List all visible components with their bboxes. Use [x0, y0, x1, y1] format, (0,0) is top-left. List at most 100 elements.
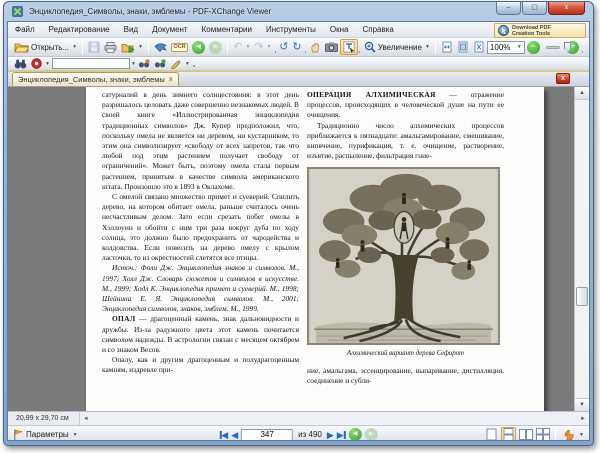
scroll-down-icon[interactable]: ▼	[575, 398, 589, 411]
redo-button[interactable]: ↷▼	[252, 39, 273, 55]
facing-layout-button[interactable]	[518, 427, 533, 441]
tab-close-icon[interactable]: x	[169, 76, 173, 83]
email-icon	[154, 42, 167, 52]
undo-button[interactable]: ↶▼	[231, 39, 252, 55]
paragraph: ние, амальгама, эссенцирование, выпарива…	[307, 366, 504, 386]
scroll-up-icon[interactable]: ▲	[575, 87, 589, 100]
select-tool-button[interactable]	[340, 39, 358, 55]
fit-width-icon	[457, 41, 469, 53]
email-button[interactable]	[152, 39, 169, 55]
minimize-button[interactable]: –	[496, 2, 521, 15]
hand-tool-button[interactable]	[307, 39, 323, 55]
scroll-left-icon[interactable]: ◄	[80, 416, 92, 422]
find-next-button[interactable]	[152, 58, 168, 70]
zoom-out-button[interactable]: −	[525, 39, 542, 55]
select-text-icon	[343, 41, 355, 53]
menu-file[interactable]: Файл	[8, 25, 42, 34]
continuous-layout-button[interactable]	[501, 427, 516, 441]
search-input[interactable]	[52, 58, 130, 69]
last-page-button[interactable]: ▶	[337, 429, 346, 441]
printer-icon	[104, 42, 117, 53]
zoom-tool-button[interactable]: Увеличение▼	[362, 39, 432, 55]
chevron-down-icon[interactable]: ▼	[73, 432, 78, 438]
pan-tool-button[interactable]	[561, 427, 576, 441]
find-button[interactable]	[12, 58, 29, 70]
size-bar: 20,99 x 29,70 см ◄ ►	[8, 411, 589, 425]
next-page-button[interactable]: ▶	[327, 429, 334, 441]
pen-tool-button[interactable]: ▼	[168, 58, 192, 70]
menu-tools[interactable]: Инструменты	[259, 25, 323, 34]
next-view-button[interactable]: ▶	[365, 428, 378, 441]
page-number-input[interactable]	[241, 429, 293, 441]
rotate-ccw-button[interactable]: ↺	[277, 39, 290, 55]
entry-paragraph: ОПАЛ — драгоценный камень, знак дальнови…	[102, 314, 299, 355]
export-button[interactable]: ▼	[119, 39, 145, 55]
window-title: Энциклопедия_Символы, знаки, эмблемы - P…	[29, 7, 271, 16]
vertical-scrollbar[interactable]: ▲ ▼	[574, 87, 589, 411]
menubar: Файл Редактирование Вид Документ Коммент…	[8, 22, 589, 38]
chevron-down-icon[interactable]: ▼	[138, 44, 143, 50]
menu-comments[interactable]: Комментарии	[195, 25, 259, 34]
entry-headword: ОПАЛ	[112, 314, 136, 323]
go-back-button[interactable]: ◀	[190, 39, 207, 55]
ocr-button[interactable]: OCR	[169, 39, 190, 55]
open-button[interactable]: Открыть...▼	[12, 39, 79, 55]
facing-continuous-layout-button[interactable]	[535, 427, 550, 441]
single-page-layout-button[interactable]	[484, 427, 499, 441]
previous-page-button[interactable]: ◀	[231, 429, 238, 441]
menu-view[interactable]: Вид	[117, 25, 145, 34]
stamp-tool-button[interactable]: ▼	[29, 58, 52, 70]
close-document-button[interactable]: x	[556, 73, 570, 84]
fit-visible-button[interactable]	[471, 39, 487, 55]
snapshot-tool-button[interactable]	[323, 39, 340, 55]
paragraph: Традиционно число алхимических процессов…	[307, 121, 504, 162]
find-previous-button[interactable]	[136, 58, 152, 70]
zoom-level-combo[interactable]: 100%▼	[487, 41, 525, 54]
menu-document[interactable]: Документ	[145, 25, 195, 34]
menu-windows[interactable]: Окна	[323, 25, 356, 34]
scroll-right-icon[interactable]: ►	[577, 416, 589, 422]
vertical-scroll-thumb[interactable]	[576, 287, 588, 306]
chevron-down-icon[interactable]: ▼	[579, 432, 584, 438]
first-page-button[interactable]: ◀	[219, 429, 228, 441]
parameters-button[interactable]: Параметры ▼	[13, 429, 78, 440]
chevron-down-icon[interactable]: ▼	[245, 44, 250, 50]
chevron-down-icon[interactable]: ▼	[72, 44, 77, 50]
menu-help[interactable]: Справка	[355, 25, 400, 34]
chevron-down-icon[interactable]: ▼	[185, 61, 190, 67]
download-pdf-tools-button[interactable]: Download PDFCreation Tools	[494, 23, 586, 38]
page-total-label: из 490	[298, 430, 322, 439]
left-text-column: сатурналий в день зимнего солнцестояния:…	[102, 90, 299, 386]
rotate-cw-button[interactable]: ↻	[290, 39, 303, 55]
chevron-down-icon[interactable]: ▼	[45, 61, 50, 67]
previous-view-button[interactable]: ◀	[349, 428, 362, 441]
document-viewport[interactable]: сатурналий в день зимнего солнцестояния:…	[8, 86, 589, 411]
chevron-down-icon[interactable]: ▼	[425, 44, 430, 50]
figure: Алхимический вариант дерева Сефирот	[307, 167, 504, 359]
chevron-down-icon[interactable]: ▼	[517, 44, 522, 50]
back-arrow-icon: ◀	[192, 41, 205, 54]
document-tab[interactable]: Энциклопедия_Символы, знаки, эмблемы x	[12, 72, 179, 86]
fit-page-icon	[441, 41, 453, 53]
zoom-slider[interactable]	[546, 46, 561, 49]
maximize-button[interactable]: ▢	[522, 2, 547, 15]
find-next-icon	[154, 59, 166, 68]
chevron-down-icon[interactable]: ▼	[267, 44, 272, 50]
save-button[interactable]	[86, 39, 102, 55]
flag-icon	[13, 429, 23, 440]
menu-edit[interactable]: Редактирование	[42, 25, 117, 34]
print-button[interactable]	[102, 39, 119, 55]
fit-page-button[interactable]	[439, 39, 455, 55]
go-forward-button[interactable]: ▶	[207, 39, 224, 55]
search-toolbar: ▼ ▼ ▼	[8, 57, 589, 71]
titlebar[interactable]: Энциклопедия_Символы, знаки, эмблемы - P…	[4, 2, 593, 21]
pan-hand-icon	[563, 429, 575, 441]
save-icon	[88, 41, 100, 53]
close-button[interactable]: x	[548, 2, 585, 15]
magnifier-icon	[364, 41, 376, 53]
forward-arrow-icon: ▶	[209, 41, 222, 54]
entry-headword: ОПЕРАЦИЯ АЛХИМИЧЕСКАЯ	[307, 90, 436, 99]
paragraph: сатурналий в день зимнего солнцестояния:…	[102, 90, 299, 192]
client-area: Файл Редактирование Вид Документ Коммент…	[7, 21, 590, 441]
fit-width-button[interactable]	[455, 39, 471, 55]
